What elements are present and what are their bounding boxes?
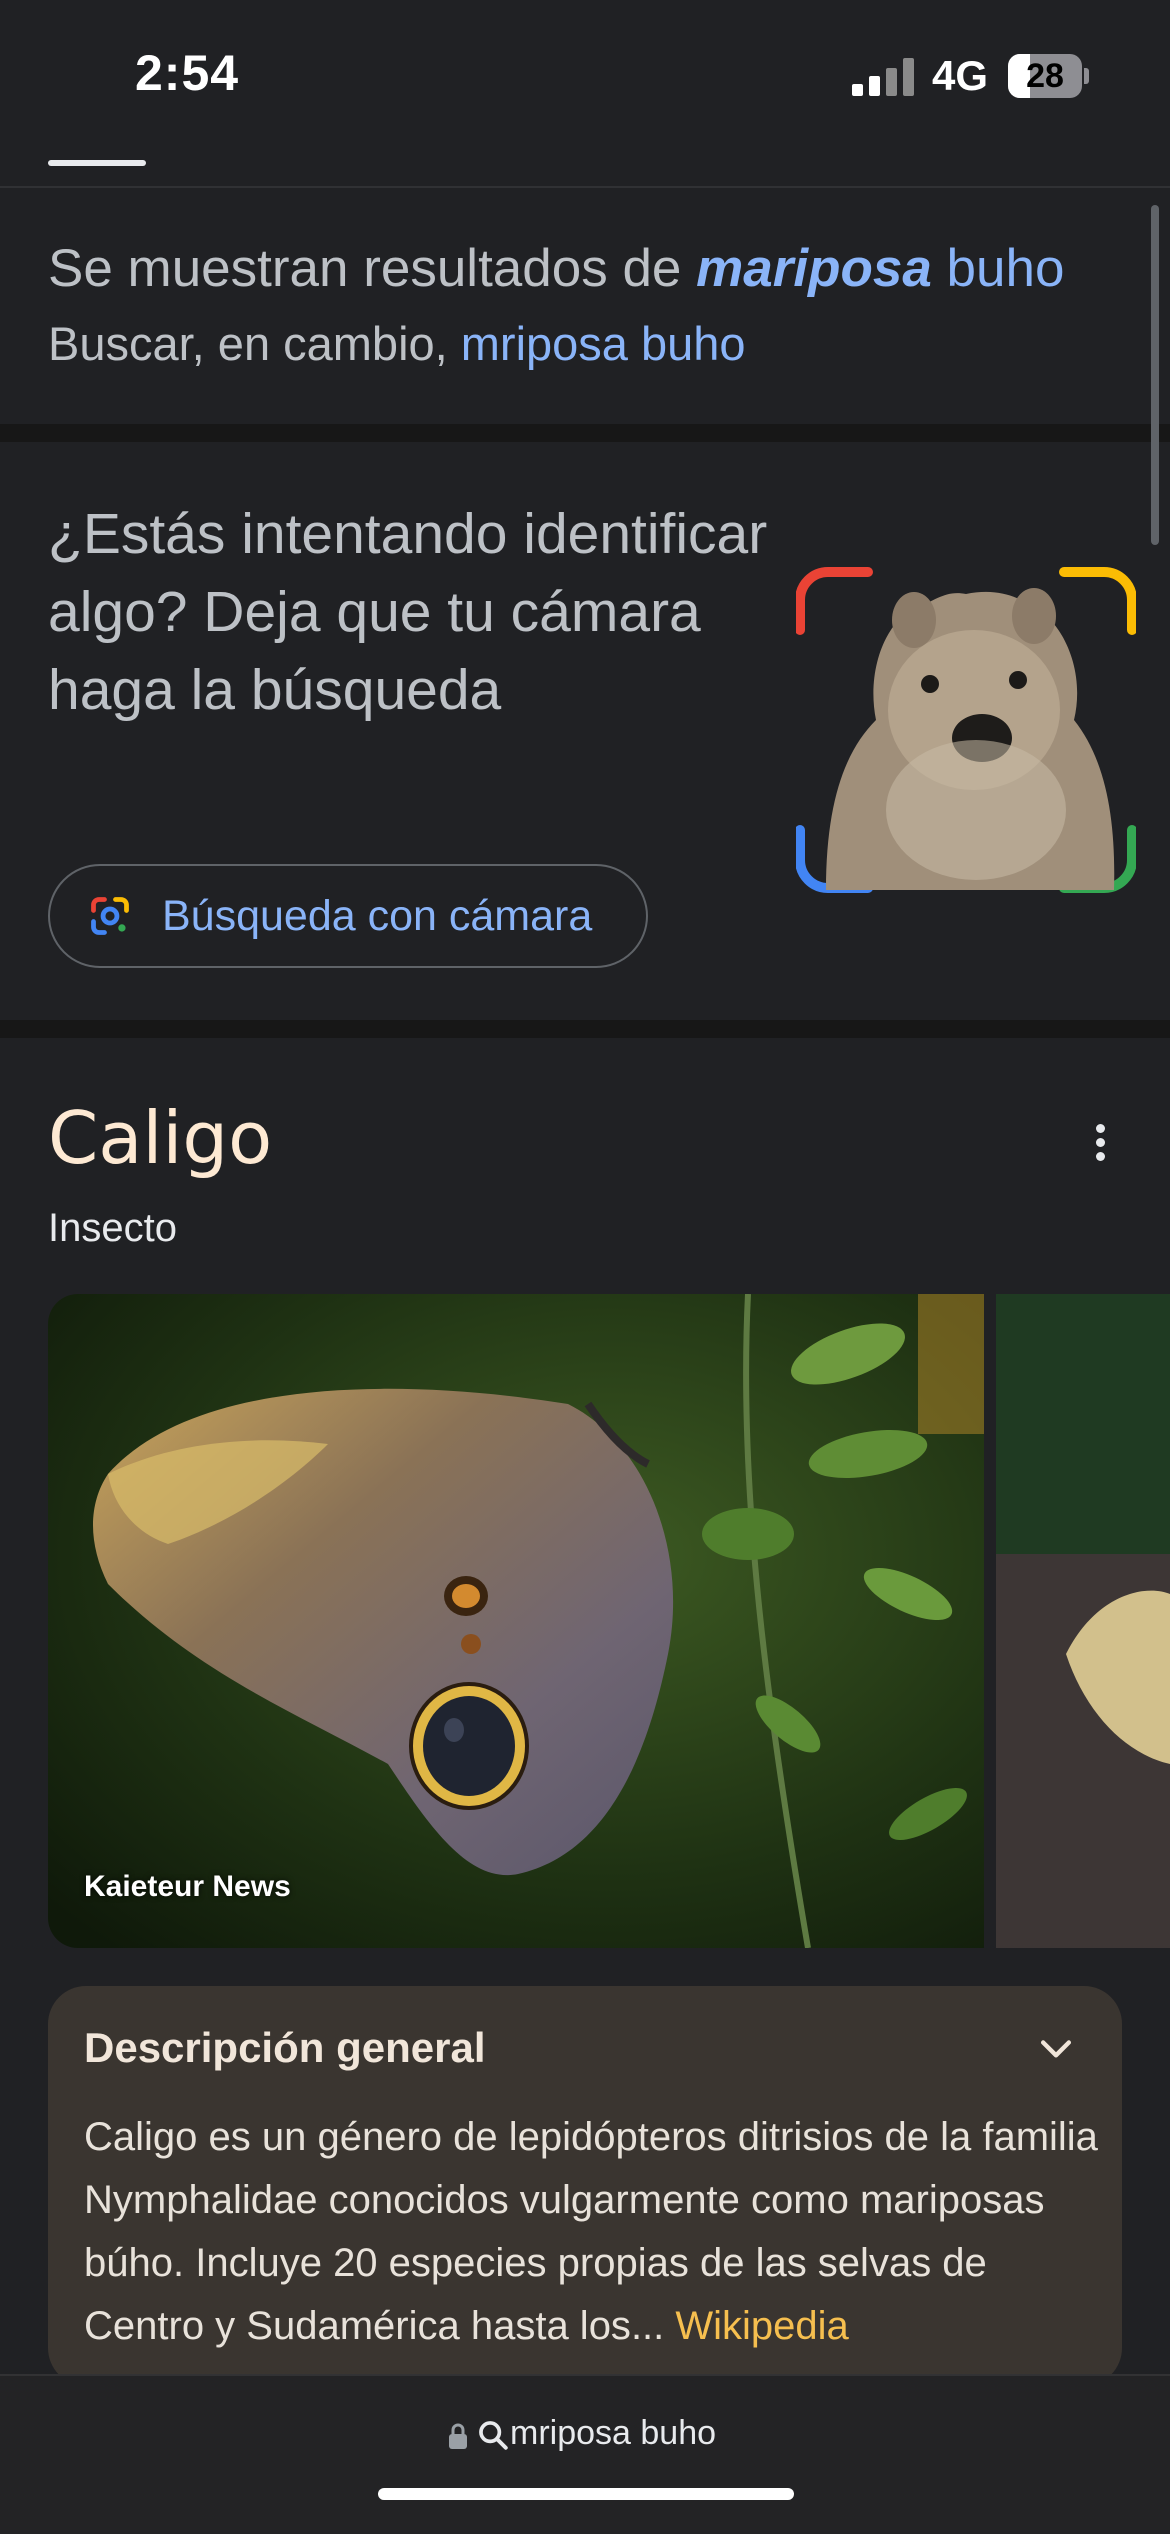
entity-title: Caligo — [48, 1096, 273, 1180]
battery-level: 28 — [1026, 57, 1064, 95]
divider — [0, 186, 1170, 188]
image-source-label: Kaieteur News — [84, 1870, 291, 1903]
wikipedia-link[interactable]: Wikipedia — [675, 2304, 848, 2348]
butterfly-photo-2[interactable] — [996, 1294, 1170, 1948]
address-bar[interactable] — [0, 2374, 1170, 2534]
home-indicator[interactable] — [378, 2488, 794, 2500]
search-instead: Buscar, en cambio, mriposa buho — [48, 317, 746, 370]
search-icon — [479, 2421, 508, 2450]
overview-heading[interactable]: Descripción general — [84, 2024, 485, 2072]
section-separator — [0, 424, 1170, 442]
battery-icon: 28 — [1008, 54, 1089, 98]
overview-text: Caligo es un género de lepidópteros ditr… — [84, 2115, 1098, 2348]
more-vert-icon[interactable] — [1080, 1118, 1120, 1168]
quokka-illustration — [796, 567, 1136, 893]
status-time: 2:54 — [135, 45, 240, 101]
original-query-link[interactable]: mriposa buho — [461, 317, 746, 370]
section-separator — [0, 1020, 1170, 1038]
chevron-down-icon[interactable] — [1034, 2026, 1078, 2070]
search-tabs[interactable] — [0, 140, 1170, 188]
corrected-query-link[interactable]: mariposa buho — [696, 239, 1064, 298]
network-type: 4G — [932, 52, 989, 99]
camera-search-button[interactable]: Búsqueda con cámara — [48, 864, 648, 968]
camera-promo-title: ¿Estás intentando identificar algo? Deja… — [48, 502, 768, 722]
showing-results-for: Se muestran resultados de mariposa buho — [48, 239, 1065, 298]
address-query[interactable]: mriposa buho — [510, 2414, 716, 2453]
google-lens-icon — [91, 897, 129, 935]
lock-icon — [449, 2423, 467, 2449]
entity-subtitle: Insecto — [48, 1206, 177, 1250]
camera-search-label[interactable]: Búsqueda con cámara — [162, 892, 592, 941]
signal-icon — [852, 58, 916, 96]
scrollbar[interactable] — [1151, 205, 1159, 545]
active-tab-indicator — [48, 160, 146, 166]
butterfly-photo[interactable] — [48, 1294, 984, 1948]
